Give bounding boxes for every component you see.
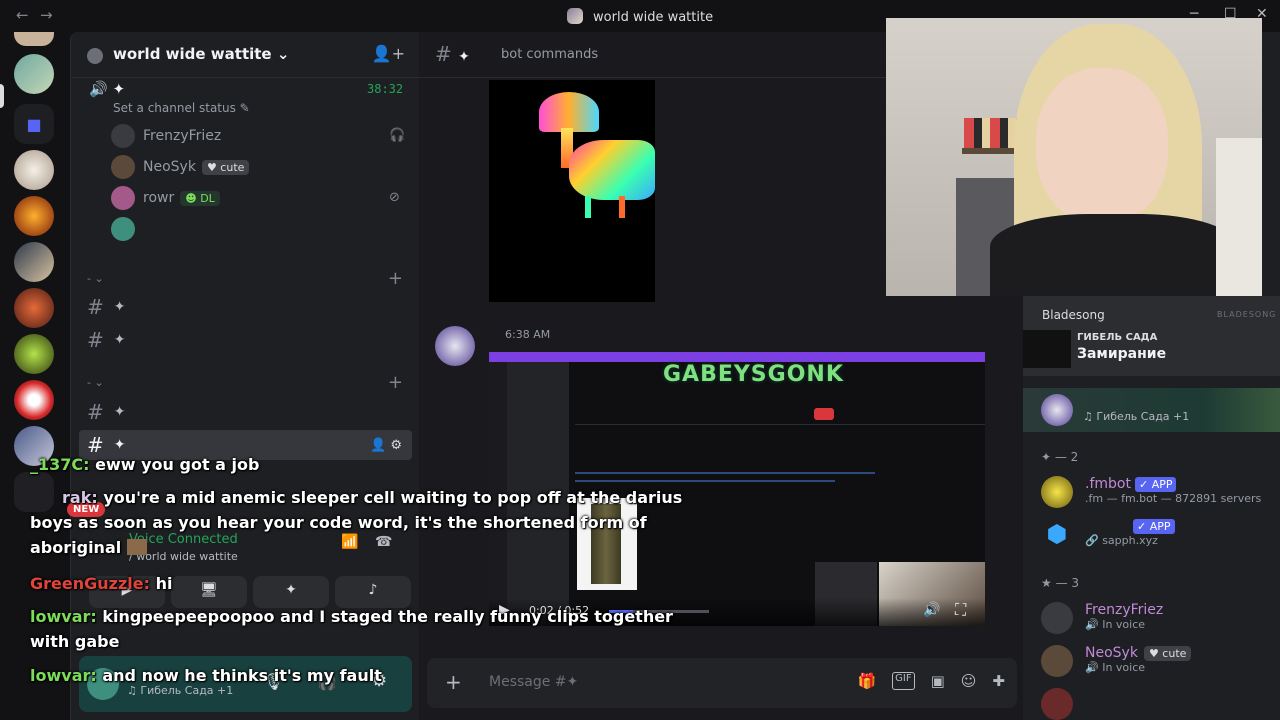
emote xyxy=(126,539,147,555)
server-icon[interactable] xyxy=(14,196,54,236)
gift-icon[interactable]: 🎁 xyxy=(857,672,876,690)
avatar xyxy=(1041,394,1073,426)
chat-message: GreenGuzzle: hi xyxy=(30,574,173,593)
chat-message: rak: you're a mid anemic sleeper cell wa… xyxy=(62,488,683,507)
category[interactable]: - ⌄ xyxy=(87,272,104,285)
server-icon[interactable] xyxy=(14,242,54,282)
text-channel[interactable]: # ✦ xyxy=(79,325,412,355)
face xyxy=(1036,68,1168,224)
watermark: BLADESONG xyxy=(1217,310,1277,319)
member-group-header: ✦ — 2 xyxy=(1041,450,1079,464)
message-input[interactable]: Message #✦ xyxy=(489,674,578,690)
message-timestamp: 6:38 AM xyxy=(505,328,551,341)
avatar xyxy=(1041,645,1073,677)
chat-message: lowvar: and now he thinks it's my fault xyxy=(30,666,382,685)
embed-title: GABEYSGONK xyxy=(663,362,844,387)
volume-icon[interactable]: 🔊 xyxy=(923,602,940,618)
channel-settings-icon[interactable]: 👤 ⚙ xyxy=(370,438,402,453)
avatar xyxy=(1041,476,1073,508)
apps-icon[interactable]: ✚ xyxy=(992,672,1005,690)
avatar xyxy=(111,186,135,210)
sticker-icon[interactable]: ▣ xyxy=(931,672,945,690)
avatar xyxy=(111,124,135,148)
avatar xyxy=(1041,602,1073,634)
now-playing-card[interactable]: Bladesong BLADESONG ГИБЕЛЬ САДА Замирани… xyxy=(1023,296,1280,376)
avatar xyxy=(111,155,135,179)
chat-message: with gabe xyxy=(30,632,120,651)
signal-icon[interactable]: 📶 xyxy=(341,534,358,550)
chat-message: boys as soon as you hear your code word,… xyxy=(30,513,647,532)
now-playing-user: Bladesong xyxy=(1042,308,1105,322)
fullscreen-icon[interactable]: ⛶ xyxy=(955,600,966,620)
text-channel[interactable]: # ✦ xyxy=(79,292,412,322)
album-name: ГИБЕЛЬ САДА xyxy=(1077,332,1158,343)
track-name: Замирание xyxy=(1077,346,1167,362)
avatar[interactable] xyxy=(1041,688,1073,720)
member-activity-row[interactable]: ♫ Гибель Сада +1 xyxy=(1023,388,1280,432)
voice-user[interactable]: rowr ☻ DL xyxy=(111,185,220,211)
member-bot[interactable]: ⬢ ✓ APP 🔗 sapph.xyz xyxy=(1041,518,1175,550)
message-composer: + Message #✦ 🎁 GIF ▣ ☺ ✚ xyxy=(427,658,1017,708)
server-icon[interactable] xyxy=(14,472,54,512)
text-channel[interactable]: # ✦ xyxy=(79,397,412,427)
category[interactable]: - ⌄ xyxy=(87,376,104,389)
hexagon-icon: ⬢ xyxy=(1041,518,1073,550)
member-group-header: ★ — 3 xyxy=(1041,576,1080,590)
server-icon[interactable] xyxy=(14,32,54,46)
avatar xyxy=(111,217,135,241)
chat-message: _137C: eww you got a job xyxy=(30,455,260,474)
channel-status[interactable]: Set a channel status ✎ xyxy=(113,101,250,115)
window-title: world wide wattite xyxy=(593,10,714,25)
user-activity: ♫ Гибель Сада +1 xyxy=(127,684,234,697)
muted-icon: 🎧 xyxy=(389,128,406,143)
avatar[interactable] xyxy=(435,326,475,366)
server-icon[interactable] xyxy=(14,380,54,420)
server-icon xyxy=(566,8,583,24)
invite-icon[interactable]: 👤+ xyxy=(372,44,405,63)
emoji-icon[interactable]: ☺ xyxy=(961,672,977,690)
hash-icon: # ✦ xyxy=(435,42,470,66)
screen-share-button[interactable]: 🖥 xyxy=(171,576,247,608)
image-attachment[interactable] xyxy=(489,80,655,302)
member-voice[interactable]: NeoSyk ♥ cute 🔊 In voice xyxy=(1041,645,1192,677)
voice-user[interactable]: NeoSyk ♥ cute xyxy=(111,154,250,180)
server-icon[interactable] xyxy=(14,334,54,374)
voice-user[interactable]: FrenzyFriez xyxy=(111,123,221,149)
create-channel-icon[interactable]: + xyxy=(388,268,403,289)
create-channel-icon[interactable]: + xyxy=(388,372,403,393)
server-header[interactable]: world wide wattite ⌄ 👤+ xyxy=(71,32,419,78)
member-bot[interactable]: .fmbot ✓ APP .fm — fm.bot — 872891 server… xyxy=(1041,476,1261,508)
attach-plus-icon[interactable]: + xyxy=(445,670,462,694)
soundboard-button[interactable]: ♪ xyxy=(335,576,411,608)
voice-channel-icon[interactable]: 🔊 ✦ xyxy=(89,80,125,98)
server-icon[interactable] xyxy=(14,54,54,94)
server-icon[interactable] xyxy=(14,150,54,190)
mic-off-icon: ⊘ xyxy=(389,190,400,205)
voice-user[interactable] xyxy=(111,216,143,242)
voice-timer: 38:32 xyxy=(367,82,404,96)
activity-button[interactable]: ✦ xyxy=(253,576,329,608)
disconnect-icon[interactable]: ☎ xyxy=(375,534,392,550)
member-voice[interactable]: FrenzyFriez 🔊 In voice xyxy=(1041,602,1163,634)
chat-message: aboriginal xyxy=(30,538,147,557)
gif-icon[interactable]: GIF xyxy=(892,672,915,690)
webcam-overlay xyxy=(886,18,1262,296)
server-icon[interactable] xyxy=(14,288,54,328)
chat-message: lowvar: kingpeepeepoopoo and I staged th… xyxy=(30,607,673,626)
channel-topic: bot commands xyxy=(501,47,599,62)
selected-pill xyxy=(0,84,4,108)
server-icon xyxy=(87,48,103,64)
server-name[interactable]: world wide wattite ⌄ xyxy=(113,45,289,63)
folder-icon[interactable]: ■ xyxy=(14,104,54,144)
